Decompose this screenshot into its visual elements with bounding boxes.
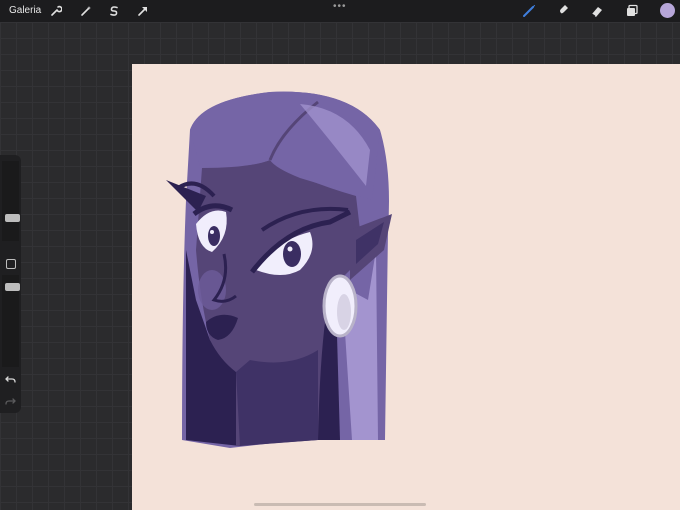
top-toolbar: Galeria ••• <box>0 0 680 22</box>
neck-shadow <box>236 350 318 446</box>
smudge-icon[interactable] <box>555 3 571 19</box>
magic-wand-icon[interactable] <box>78 3 94 19</box>
opacity-thumb[interactable] <box>5 283 20 291</box>
current-color-swatch[interactable] <box>660 3 675 18</box>
eraser-icon[interactable] <box>589 3 605 19</box>
home-indicator <box>254 503 426 506</box>
left-sidebar <box>0 155 21 413</box>
character-artwork <box>166 91 392 449</box>
wrench-icon[interactable] <box>48 3 64 19</box>
gallery-button[interactable]: Galeria <box>9 4 41 18</box>
undo-arrow-icon[interactable] <box>4 373 17 386</box>
redo-arrow-icon[interactable] <box>4 395 17 408</box>
brush-size-thumb[interactable] <box>5 214 20 222</box>
more-options-dots[interactable]: ••• <box>333 2 347 12</box>
square-modifier-icon[interactable] <box>6 259 16 269</box>
selection-s-icon[interactable] <box>106 3 122 19</box>
transform-arrow-icon[interactable] <box>135 3 151 19</box>
layers-icon[interactable] <box>624 3 640 19</box>
brush-icon[interactable] <box>521 3 537 19</box>
opacity-slider[interactable] <box>2 275 20 367</box>
right-iris <box>283 241 301 267</box>
brush-size-slider[interactable] <box>2 161 20 241</box>
left-iris <box>208 226 220 246</box>
